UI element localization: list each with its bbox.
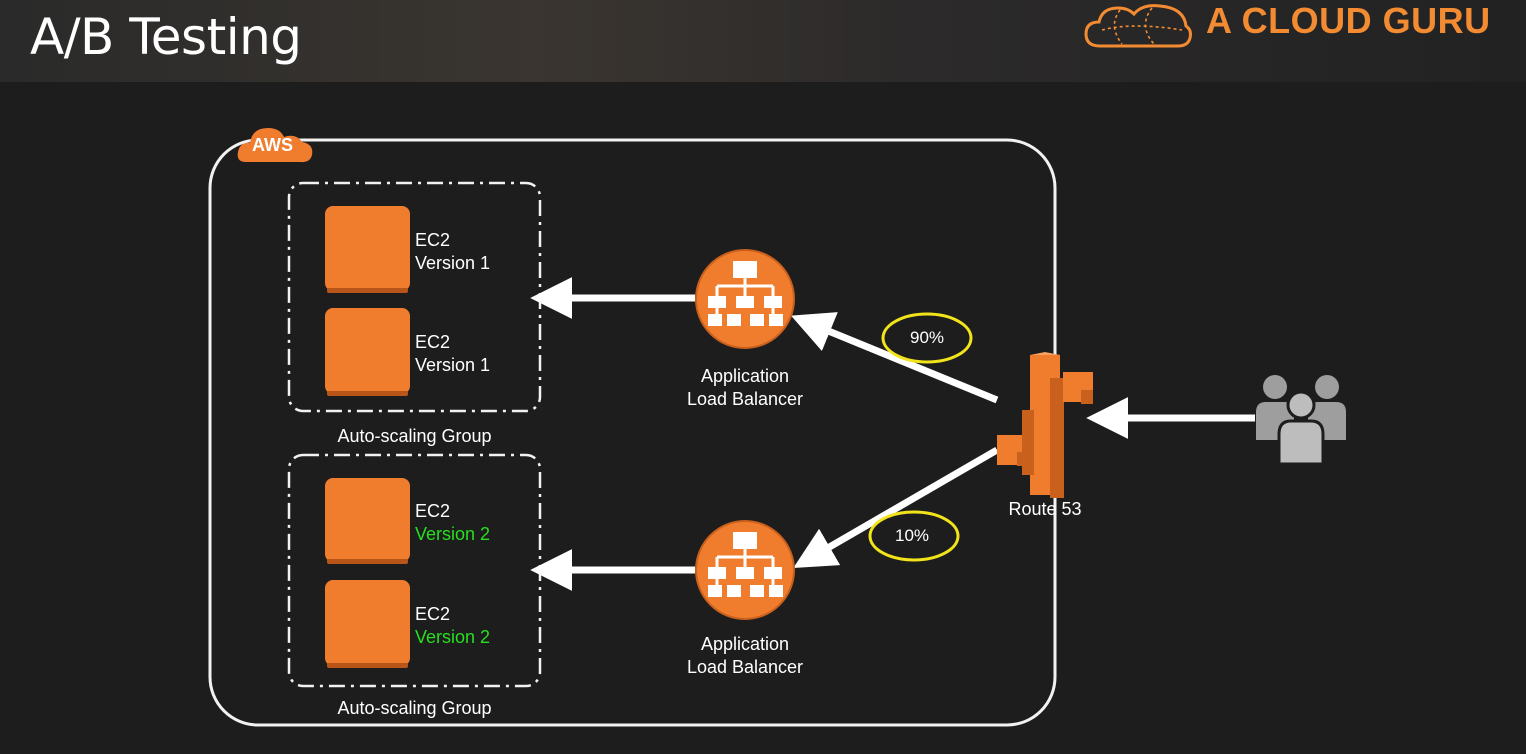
load-balancer-icon [695,249,795,349]
load-balancer-label-1: Application Load Balancer [686,366,804,409]
ec2-label-3: EC2 Version 2 [415,501,491,544]
load-balancer-label-2: Application Load Balancer [686,634,804,677]
ec2-label-1: EC2 Version 1 [415,230,491,273]
route53-label: Route 53 [1008,499,1082,519]
ec2-label-2: EC2 Version 1 [415,332,491,375]
traffic-split-top: 90% [909,328,945,347]
auto-scaling-group-label-2: Auto-scaling Group [337,698,492,718]
aws-cloud-label: AWS [252,135,294,155]
auto-scaling-group-label-1: Auto-scaling Group [337,426,492,446]
ec2-instance-icon [325,478,410,564]
ec2-instance-icon [325,580,410,668]
load-balancer-icon [695,520,795,620]
traffic-split-bottom: 10% [894,526,930,545]
ec2-instance-icon [325,206,410,293]
users-icon [1256,375,1346,466]
ec2-label-4: EC2 Version 2 [415,604,491,647]
route53-icon [997,352,1093,498]
ec2-instance-icon [325,308,410,396]
